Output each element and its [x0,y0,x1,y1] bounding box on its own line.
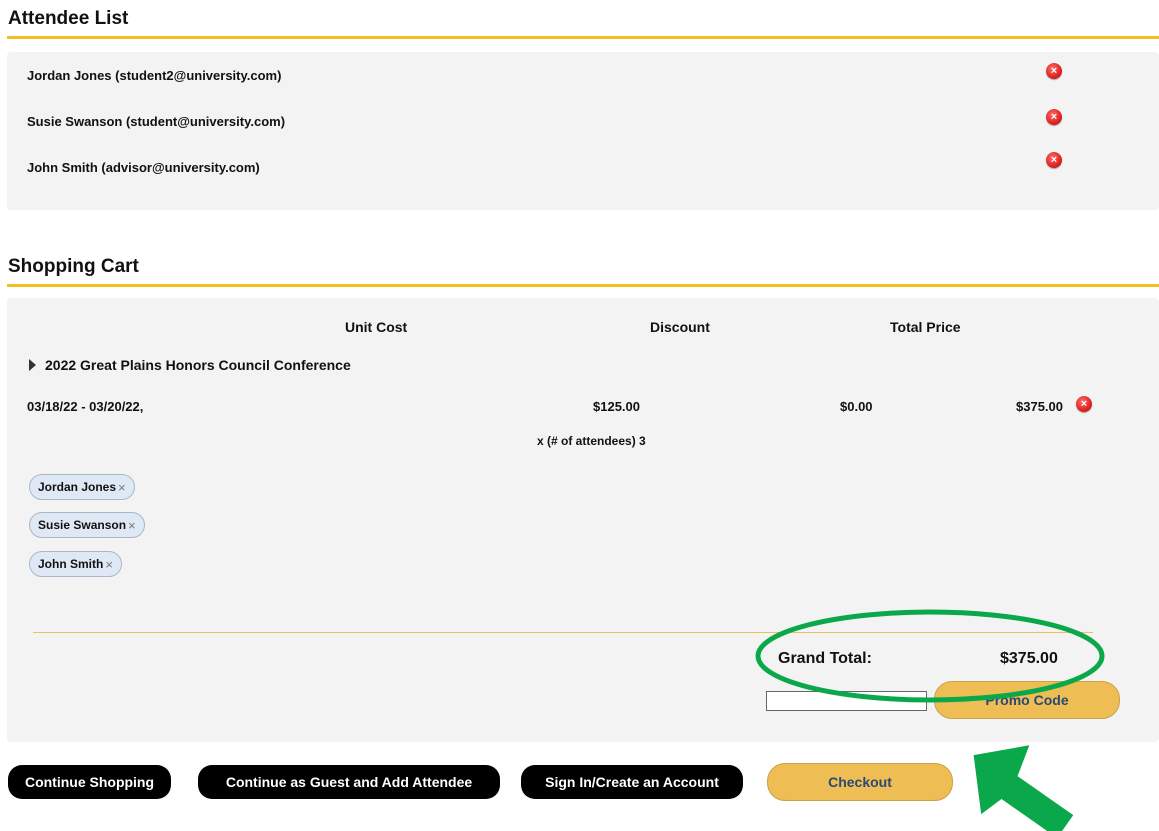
sign-in-button[interactable]: Sign In/Create an Account [521,765,743,799]
continue-shopping-button[interactable]: Continue Shopping [8,765,171,799]
arrow-icon [973,745,1074,831]
continue-guest-button[interactable]: Continue as Guest and Add Attendee [198,765,500,799]
highlight-ellipse [755,609,1105,831]
checkout-button[interactable]: Checkout [767,763,953,801]
